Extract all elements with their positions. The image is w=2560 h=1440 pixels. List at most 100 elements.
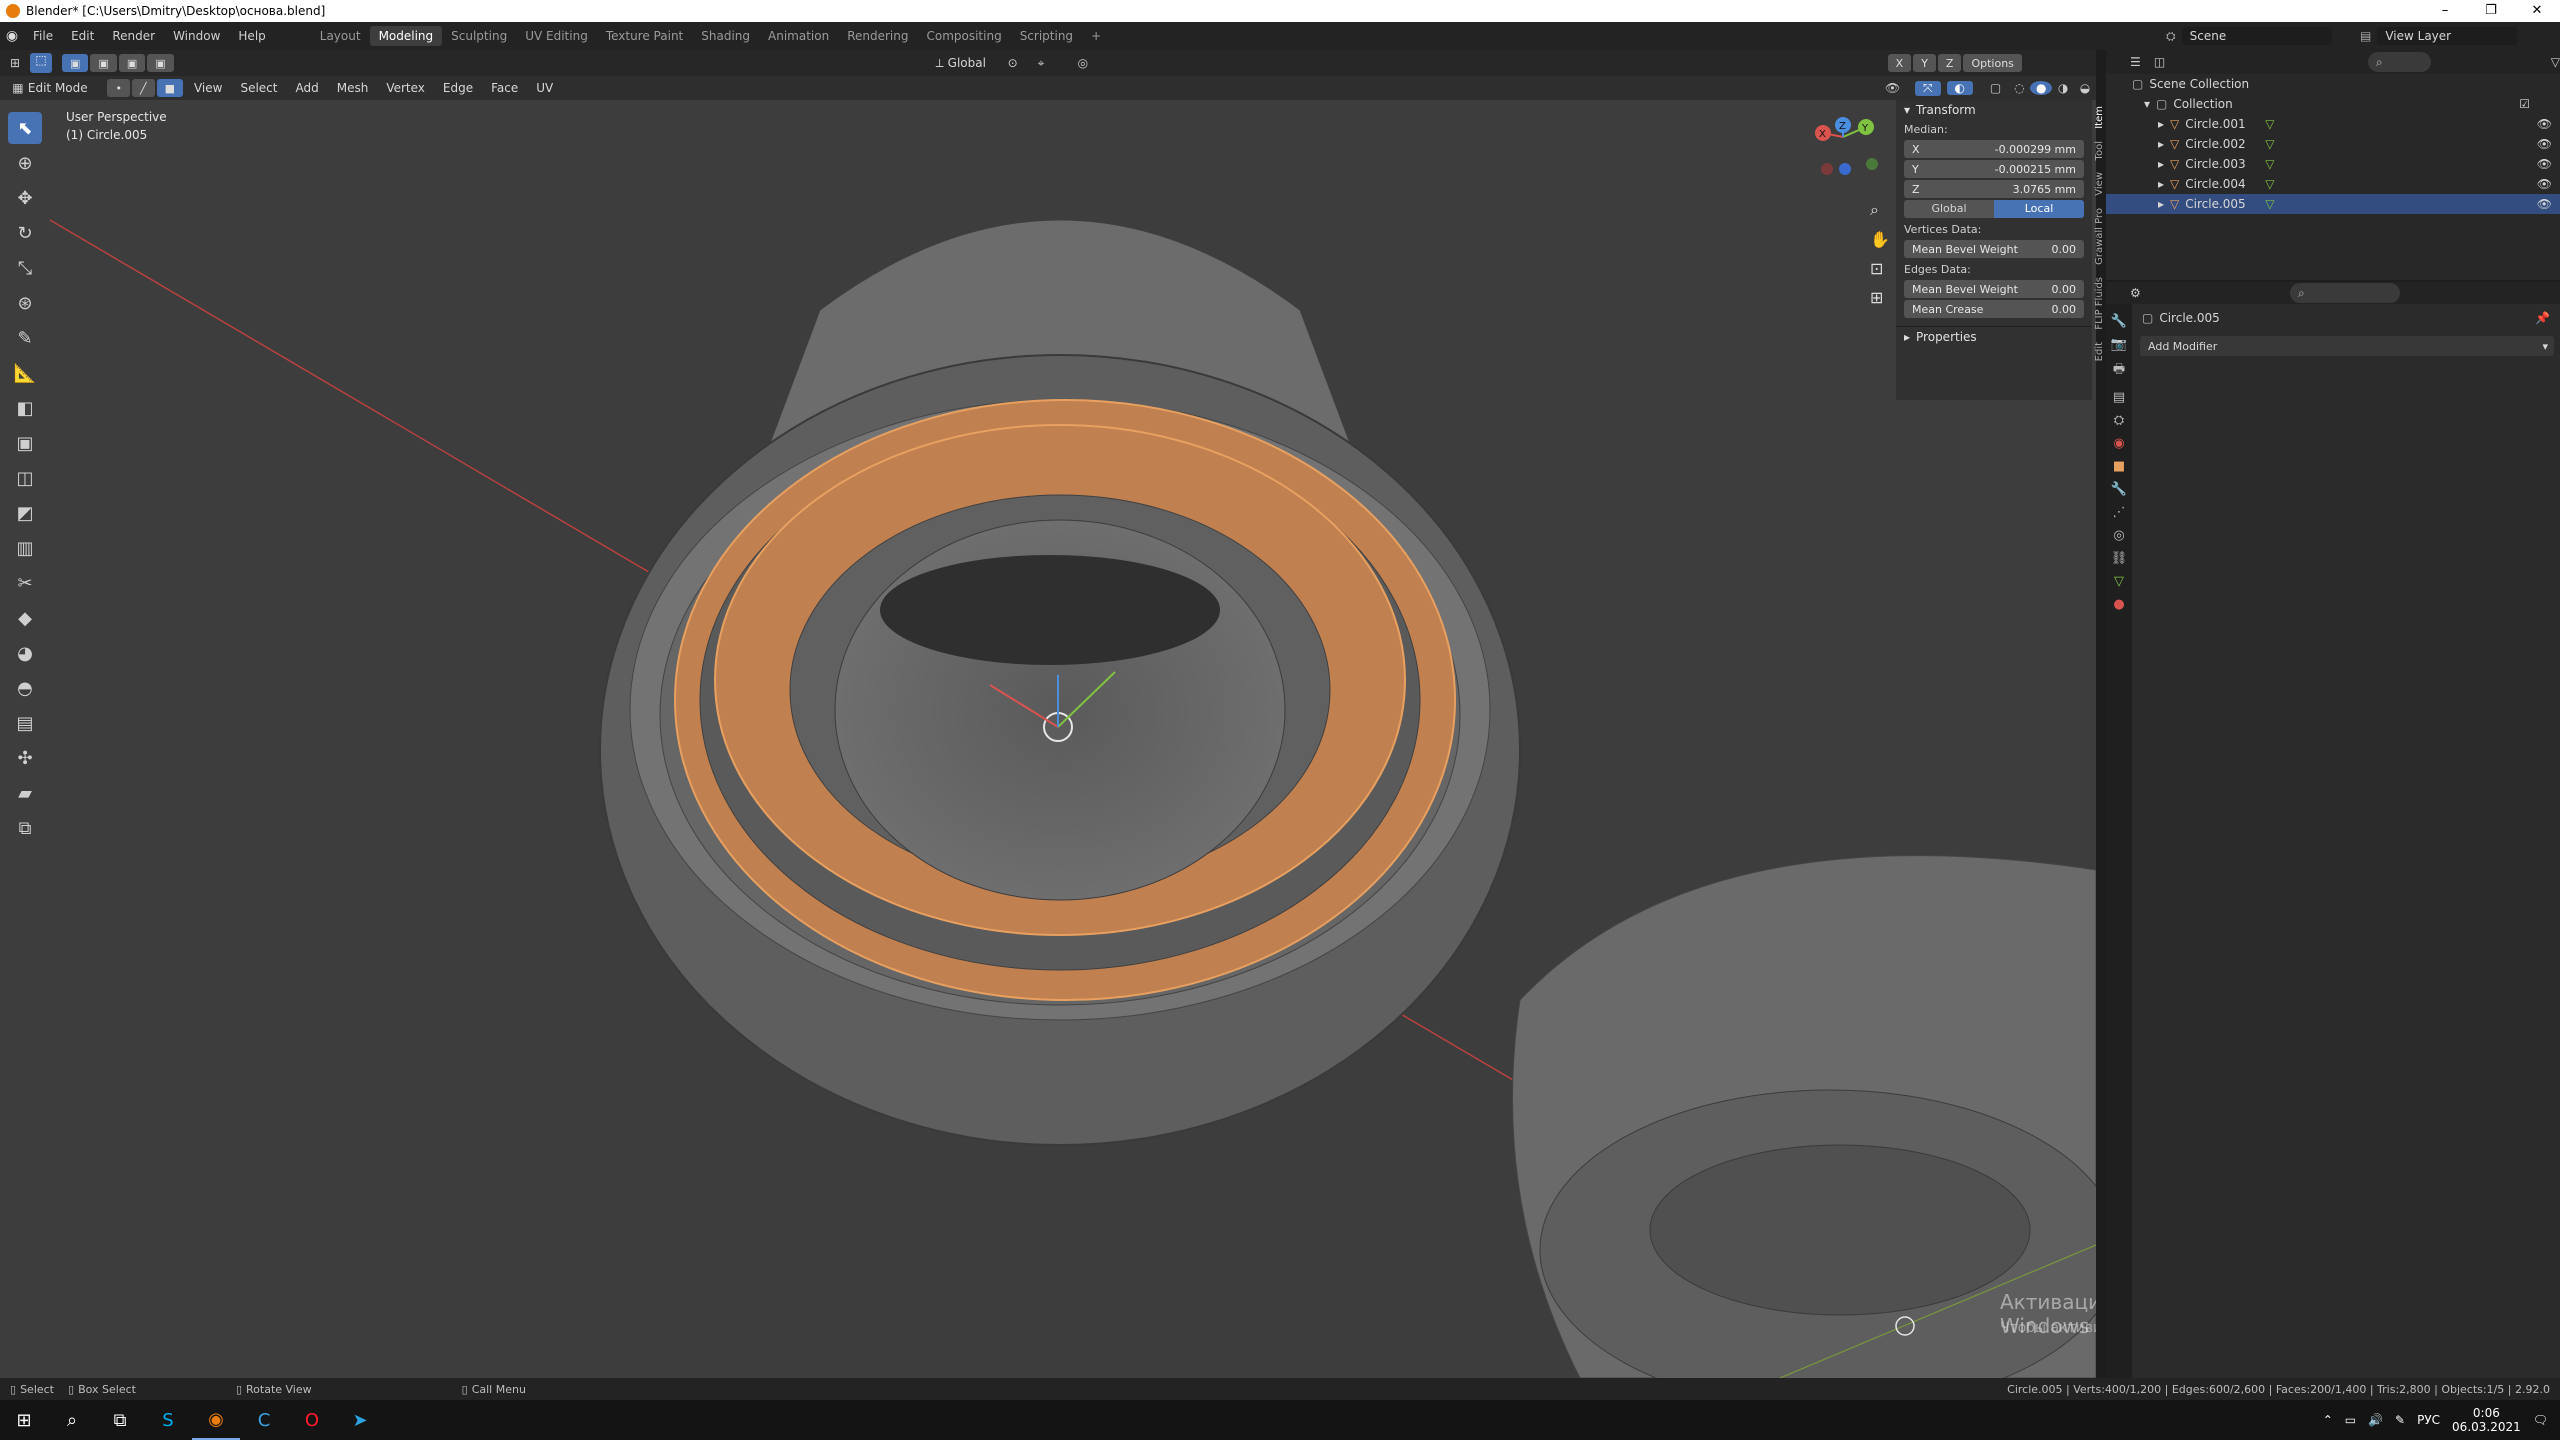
tab-shading[interactable]: Shading <box>692 26 759 46</box>
menu-render[interactable]: Render <box>103 29 164 43</box>
object-properties-icon[interactable]: ■ <box>2113 459 2125 474</box>
cursor-tool-icon[interactable]: ⊕ <box>8 147 42 179</box>
scene-properties-icon[interactable]: ⛭ <box>2114 413 2124 428</box>
tab-sculpting[interactable]: Sculpting <box>442 26 516 46</box>
skype-icon[interactable]: S <box>144 1400 192 1440</box>
blender-menu-icon[interactable]: ◉ <box>0 28 24 44</box>
select-mode-subtract-icon[interactable]: ▣ <box>118 54 146 72</box>
menu-edge[interactable]: Edge <box>434 81 482 95</box>
scene-selector[interactable]: Scene <box>2181 27 2332 45</box>
tool-properties-icon[interactable]: 🔧 <box>2111 314 2127 329</box>
rendered-shading-icon[interactable]: ◒ <box>2074 81 2096 95</box>
tab-tool[interactable]: Tool <box>2094 141 2105 160</box>
tab-item[interactable]: Item <box>2094 106 2105 129</box>
visibility-eye-icon[interactable]: 👁 <box>2537 177 2552 191</box>
annotate-tool-icon[interactable]: ✎ <box>8 322 42 354</box>
transform-tool-icon[interactable]: ⊛ <box>8 287 42 319</box>
pan-icon[interactable]: ✋ <box>1870 230 1890 249</box>
tab-edit[interactable]: Edit <box>2094 342 2105 361</box>
local-toggle[interactable]: Local <box>1994 200 2084 218</box>
select-box-tool-icon[interactable]: ⬉ <box>8 112 42 144</box>
move-tool-icon[interactable]: ✥ <box>8 182 42 214</box>
menu-uv[interactable]: UV <box>527 81 562 95</box>
mean-crease-field[interactable]: Mean Crease 0.00 <box>1904 300 2084 318</box>
vertex-select-mode-icon[interactable]: • <box>107 79 130 97</box>
edge-bevel-weight-field[interactable]: Mean Bevel Weight 0.00 <box>1904 280 2084 298</box>
gizmo-toggle-icon[interactable]: ⤧ <box>1914 80 1941 96</box>
constraints-properties-icon[interactable]: ⛓ <box>2111 551 2128 566</box>
visibility-eye-icon[interactable]: 👁 <box>2537 117 2552 131</box>
collection-row[interactable]: ▾ ▢ Collection ☑ <box>2106 94 2560 114</box>
outliner-search-input[interactable]: ⌕ <box>2367 52 2431 72</box>
tab-scripting[interactable]: Scripting <box>1011 26 1082 46</box>
physics-properties-icon[interactable]: ◎ <box>2113 528 2124 543</box>
menu-edit[interactable]: Edit <box>62 29 103 43</box>
face-select-mode-icon[interactable]: ■ <box>156 79 183 97</box>
measure-tool-icon[interactable]: 📐 <box>8 357 42 389</box>
gizmo-neg-y[interactable] <box>1866 158 1878 170</box>
tab-grawall-pro[interactable]: Grawall Pro <box>2094 208 2105 265</box>
select-mode-invert-icon[interactable]: ▣ <box>147 54 174 72</box>
clock-date[interactable]: 06.03.2021 <box>2452 1420 2521 1434</box>
options-dropdown[interactable]: Options <box>1963 54 2022 72</box>
tab-rendering[interactable]: Rendering <box>838 26 917 46</box>
select-mode-new-icon[interactable]: ▣ <box>62 54 89 72</box>
editor-type-icon[interactable]: ⊞ <box>0 56 30 70</box>
camera-icon[interactable]: ⊡ <box>1870 259 1890 278</box>
rip-region-tool-icon[interactable]: ⧉ <box>8 812 42 844</box>
pen-icon[interactable]: ✎ <box>2395 1413 2405 1427</box>
scene-collection-row[interactable]: ▢ Scene Collection <box>2106 74 2560 94</box>
notifications-icon[interactable]: 🗨 <box>2533 1413 2548 1427</box>
shear-tool-icon[interactable]: ▰ <box>8 777 42 809</box>
menu-add[interactable]: Add <box>287 81 328 95</box>
menu-file[interactable]: File <box>24 29 62 43</box>
tab-texture-paint[interactable]: Texture Paint <box>597 26 692 46</box>
median-y-field[interactable]: Y -0.000215 mm <box>1904 160 2084 178</box>
rotate-tool-icon[interactable]: ↻ <box>8 217 42 249</box>
knife-tool-icon[interactable]: ✂ <box>8 567 42 599</box>
properties-panel-header[interactable]: ▸ Properties <box>1896 326 2092 346</box>
mirror-z-toggle[interactable]: Z <box>1937 54 1962 72</box>
menu-view[interactable]: View <box>185 81 231 95</box>
visibility-eye-icon[interactable]: 👁 <box>2537 137 2552 151</box>
median-z-field[interactable]: Z 3.0765 mm <box>1904 180 2084 198</box>
view-layer-properties-icon[interactable]: ▤ <box>2113 390 2125 405</box>
solid-shading-icon[interactable]: ● <box>2030 81 2053 95</box>
menu-vertex[interactable]: Vertex <box>377 81 434 95</box>
viewport-scene[interactable]: X Y Z <box>0 50 2096 1378</box>
mirror-x-toggle[interactable]: X <box>1887 54 1912 72</box>
menu-window[interactable]: Window <box>164 29 229 43</box>
edge-select-mode-icon[interactable]: ╱ <box>131 79 155 97</box>
tab-layout[interactable]: Layout <box>311 26 370 46</box>
outliner-row-circle-005[interactable]: ▸ ▽ Circle.005 ▽ 👁 <box>2106 194 2560 214</box>
scale-tool-icon[interactable]: ⤡ <box>8 252 42 284</box>
outliner-filter-icon[interactable]: ◫ <box>2154 55 2178 69</box>
output-properties-icon[interactable]: 🖶 <box>2113 360 2125 382</box>
proportional-edit-icon[interactable]: ◎ <box>1078 56 1118 70</box>
menu-help[interactable]: Help <box>229 29 274 43</box>
taskbar-search-icon[interactable]: ⌕ <box>48 1400 96 1440</box>
spin-tool-icon[interactable]: ◕ <box>8 637 42 669</box>
edge-slide-tool-icon[interactable]: ▤ <box>8 707 42 739</box>
volume-icon[interactable]: 🔊 <box>2368 1413 2383 1427</box>
blender-taskbar-icon[interactable]: ◉ <box>192 1400 240 1440</box>
navigation-gizmo[interactable]: X Y Z <box>1815 117 1878 175</box>
menu-select[interactable]: Select <box>231 81 286 95</box>
add-workspace-button[interactable]: + <box>1082 26 1110 46</box>
bevel-tool-icon[interactable]: ◩ <box>8 497 42 529</box>
wireframe-shading-icon[interactable]: ◌ <box>2008 81 2030 95</box>
select-tool-icon[interactable]: ⬚ <box>30 53 52 73</box>
world-properties-icon[interactable]: ◉ <box>2113 436 2124 451</box>
median-x-field[interactable]: X -0.000299 mm <box>1904 140 2084 158</box>
zoom-icon[interactable]: ⌕ <box>1870 200 1890 220</box>
smooth-tool-icon[interactable]: ◓ <box>8 672 42 704</box>
modifier-properties-icon[interactable]: 🔧 <box>2111 482 2127 497</box>
material-properties-icon[interactable]: ● <box>2113 597 2124 612</box>
particles-properties-icon[interactable]: ⋰ <box>2113 505 2126 520</box>
select-mode-extend-icon[interactable]: ▣ <box>90 54 117 72</box>
snap-icon[interactable]: ⌖ <box>1038 56 1078 71</box>
tab-flip-fluids[interactable]: FLIP Fluids <box>2094 277 2105 330</box>
gizmo-neg-z[interactable] <box>1839 163 1851 175</box>
collection-checkbox[interactable]: ☑ <box>2519 97 2530 111</box>
mode-selector[interactable]: Edit Mode <box>28 81 108 95</box>
